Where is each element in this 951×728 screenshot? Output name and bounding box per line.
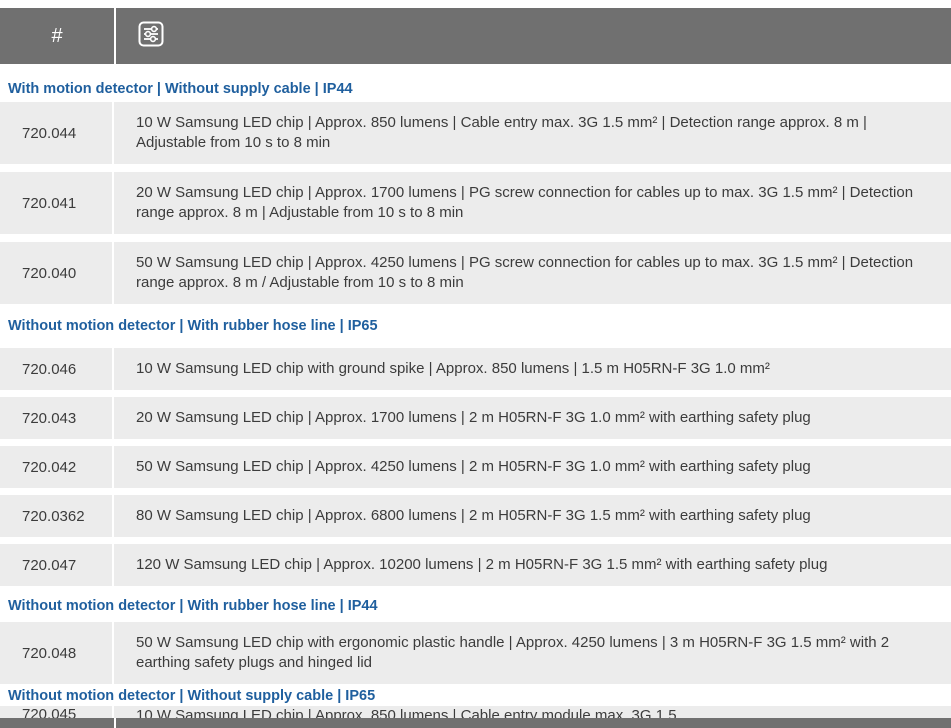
sliders-icon[interactable] <box>138 21 164 52</box>
article-description: 120 W Samsung LED chip | Approx. 10200 l… <box>136 556 828 573</box>
article-number: 720.041 <box>0 172 114 234</box>
article-number: 720.043 <box>0 397 114 439</box>
table-row: 720.047 120 W Samsung LED chip | Approx.… <box>0 544 951 586</box>
section-title: Without motion detector | Without supply… <box>8 688 376 704</box>
section-title: Without motion detector | With rubber ho… <box>8 598 378 614</box>
table-header: # <box>0 8 951 64</box>
settings-column-header <box>116 8 951 64</box>
article-description: 50 W Samsung LED chip | Approx. 4250 lum… <box>136 458 811 475</box>
table-row: 720.046 10 W Samsung LED chip with groun… <box>0 348 951 390</box>
article-description: 20 W Samsung LED chip | Approx. 1700 lum… <box>136 184 914 221</box>
table-row: 720.0362 80 W Samsung LED chip | Approx.… <box>0 495 951 537</box>
table-row: 720.044 10 W Samsung LED chip | Approx. … <box>0 102 951 164</box>
article-number: 720.0362 <box>0 495 114 537</box>
table-row: 720.041 20 W Samsung LED chip | Approx. … <box>0 172 951 234</box>
article-number: 720.040 <box>0 242 114 304</box>
footer-cell <box>0 718 116 728</box>
article-description: 20 W Samsung LED chip | Approx. 1700 lum… <box>136 409 811 426</box>
table-footer <box>0 718 951 728</box>
article-description: 80 W Samsung LED chip | Approx. 6800 lum… <box>136 507 811 524</box>
article-description: 50 W Samsung LED chip with ergonomic pla… <box>136 634 890 671</box>
article-number: 720.044 <box>0 102 114 164</box>
article-number: 720.047 <box>0 544 114 586</box>
article-number: 720.048 <box>0 622 114 684</box>
article-number: 720.046 <box>0 348 114 390</box>
article-number: 720.042 <box>0 446 114 488</box>
table-row: 720.043 20 W Samsung LED chip | Approx. … <box>0 397 951 439</box>
number-column-header: # <box>0 8 116 64</box>
table-row: 720.042 50 W Samsung LED chip | Approx. … <box>0 446 951 488</box>
table-row: 720.045 10 W Samsung LED chip | Approx. … <box>0 706 951 718</box>
section-title: With motion detector | Without supply ca… <box>8 81 353 97</box>
article-description: 10 W Samsung LED chip with ground spike … <box>136 360 770 377</box>
article-description: 10 W Samsung LED chip | Approx. 850 lume… <box>136 114 867 151</box>
section-title: Without motion detector | With rubber ho… <box>8 318 378 334</box>
article-description: 50 W Samsung LED chip | Approx. 4250 lum… <box>136 254 914 291</box>
article-description: 10 W Samsung LED chip | Approx. 850 lume… <box>136 707 677 718</box>
table-row: 720.040 50 W Samsung LED chip | Approx. … <box>0 242 951 304</box>
table-row: 720.048 50 W Samsung LED chip with ergon… <box>0 622 951 684</box>
article-number: 720.045 <box>0 706 114 718</box>
